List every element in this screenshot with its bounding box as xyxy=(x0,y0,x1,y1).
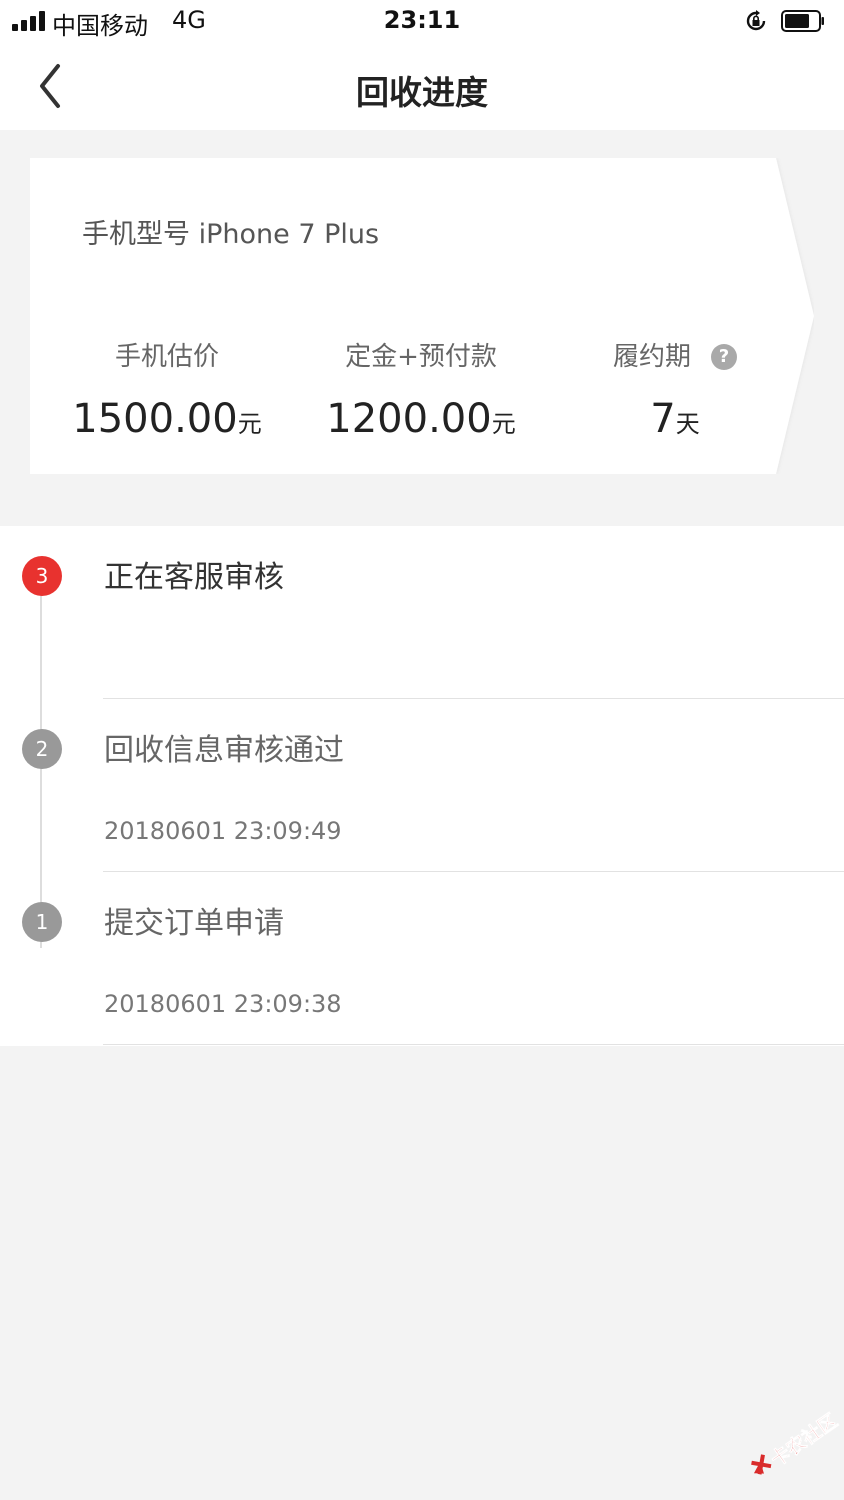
stat-value: 1500.00元 xyxy=(47,396,287,442)
watermark-text: 卡农社区 xyxy=(766,1409,840,1471)
divider xyxy=(103,1044,844,1045)
phone-model-label: 手机型号 xyxy=(82,219,190,250)
stat-value: 1200.00元 xyxy=(301,396,541,442)
stat-number: 1500.00 xyxy=(72,396,238,442)
recycle-summary-card: 手机型号 iPhone 7 Plus 手机估价 1500.00元 定金+预付款 … xyxy=(30,158,814,474)
nav-bar: 回收进度 xyxy=(0,44,844,130)
stat-fulfillment-period: 履约期? 7天 xyxy=(555,336,795,442)
progress-timeline: 3 正在客服审核 2 回收信息审核通过 20180601 23:09:49 1 … xyxy=(0,526,844,1046)
stat-label: 手机估价 xyxy=(114,342,219,372)
timeline-step-2: 2 回收信息审核通过 20180601 23:09:49 xyxy=(0,699,844,872)
rotation-lock-icon xyxy=(746,10,766,31)
step-title: 正在客服审核 xyxy=(104,560,284,595)
timeline-step-3: 3 正在客服审核 xyxy=(0,526,844,699)
stat-unit: 元 xyxy=(237,410,262,438)
stat-unit: 天 xyxy=(675,410,700,438)
stat-number: 7 xyxy=(650,396,676,442)
stat-unit: 元 xyxy=(491,410,516,438)
step-time: 20180601 23:09:38 xyxy=(104,990,342,1018)
step-title: 回收信息审核通过 xyxy=(104,733,344,768)
stat-number: 1200.00 xyxy=(326,396,492,442)
timeline-step-1: 1 提交订单申请 20180601 23:09:38 xyxy=(0,872,844,1045)
step-badge: 3 xyxy=(22,556,62,596)
battery-icon xyxy=(781,10,824,32)
watermark-mark-icon xyxy=(751,1454,772,1475)
step-title: 提交订单申请 xyxy=(104,906,284,941)
stat-value: 7天 xyxy=(555,396,795,442)
phone-model: 手机型号 iPhone 7 Plus xyxy=(82,212,379,251)
status-time: 23:11 xyxy=(383,6,461,34)
stat-label-text: 履约期 xyxy=(612,342,691,372)
stat-estimated-price: 手机估价 1500.00元 xyxy=(47,336,287,442)
stat-label: 定金+预付款 xyxy=(345,342,497,372)
watermark-logo: 卡农社区 xyxy=(751,1409,840,1475)
step-badge: 1 xyxy=(22,902,62,942)
status-bar: 中国移动 4G 23:11 xyxy=(0,0,844,44)
help-icon[interactable]: ? xyxy=(711,344,737,370)
step-time: 20180601 23:09:49 xyxy=(104,817,342,845)
phone-model-value: iPhone 7 Plus xyxy=(198,219,380,250)
step-badge: 2 xyxy=(22,729,62,769)
page-title: 回收进度 xyxy=(356,73,488,112)
stat-deposit-prepayment: 定金+预付款 1200.00元 xyxy=(301,336,541,442)
stat-label: 履约期? xyxy=(555,336,795,372)
